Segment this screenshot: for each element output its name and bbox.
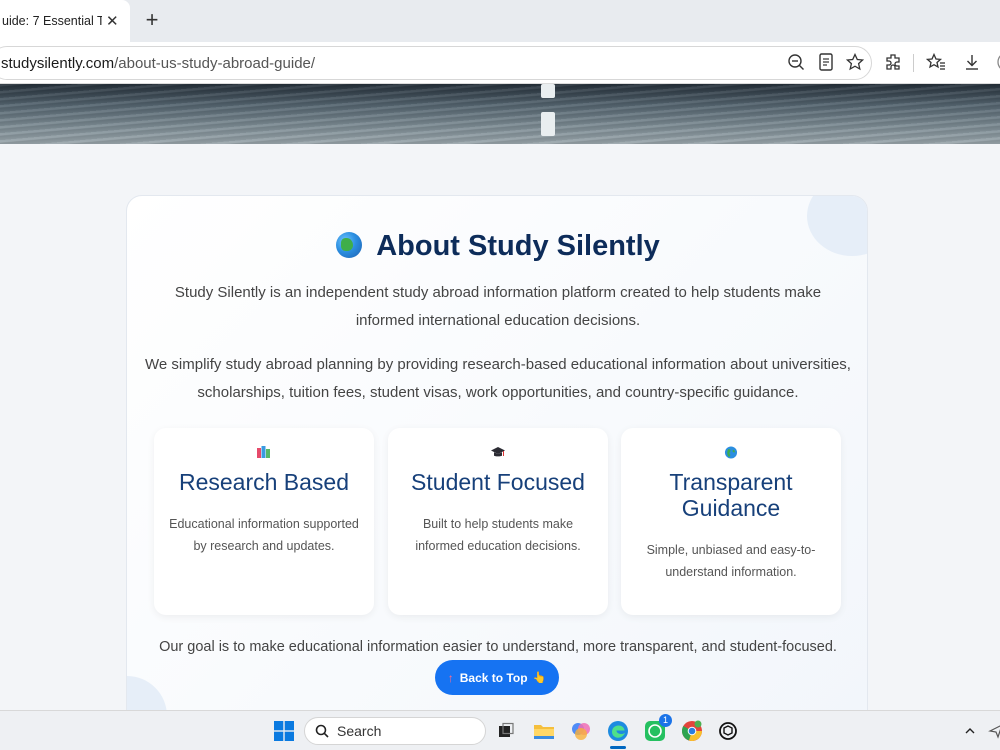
profile-icon[interactable]	[990, 50, 1000, 74]
address-bar-row: studysilently.com/about-us-study-abroad-…	[0, 42, 1000, 84]
feature-description: Educational information supported by res…	[169, 517, 359, 553]
address-bar[interactable]: studysilently.com/about-us-study-abroad-…	[0, 46, 872, 80]
arrow-up-icon: ↑	[447, 670, 454, 685]
mission-paragraph: We simplify study abroad planning by pro…	[145, 356, 851, 401]
feature-card-transparent: Transparent Guidance Simple, unbiased an…	[621, 428, 841, 615]
feature-card-research: Research Based Educational information s…	[154, 428, 374, 615]
tab-strip: uide: 7 Essential Ti ✕ +	[0, 0, 1000, 42]
url-domain: studysilently.com	[1, 55, 115, 72]
copilot-icon[interactable]	[569, 719, 593, 743]
url-path: /about-us-study-abroad-guide/	[114, 55, 316, 72]
edge-browser-icon[interactable]	[606, 719, 630, 743]
intro-paragraph: Study Silently is an independent study a…	[174, 284, 822, 329]
windows-taskbar: Search 1	[0, 710, 1000, 750]
windows-start-icon[interactable]	[272, 719, 296, 743]
notification-badge: 1	[659, 714, 672, 727]
feature-title: Transparent Guidance	[669, 469, 793, 521]
feature-title: Research Based	[178, 469, 350, 495]
extensions-icon[interactable]	[881, 50, 905, 74]
page-title: About Study Silently	[127, 230, 867, 263]
close-tab-icon[interactable]: ✕	[106, 12, 119, 30]
globe-icon	[336, 232, 363, 258]
tab-title: uide: 7 Essential Ti	[2, 14, 102, 28]
about-card: About Study Silently Study Silently is a…	[126, 195, 868, 735]
reader-mode-icon[interactable]	[814, 50, 838, 74]
taskbar-search[interactable]: Search	[304, 717, 486, 745]
chatgpt-icon[interactable]	[716, 719, 740, 743]
url-text: studysilently.com/about-us-study-abroad-…	[1, 55, 315, 72]
road-marking	[541, 112, 555, 136]
graduation-cap-icon	[491, 447, 505, 457]
new-tab-button[interactable]: +	[140, 8, 164, 32]
feature-card-student: Student Focused Built to help students m…	[388, 428, 608, 615]
search-placeholder: Search	[337, 723, 382, 739]
pointing-hand-icon: 👆	[532, 672, 547, 684]
toolbar-divider	[913, 54, 914, 72]
favorite-star-icon[interactable]	[843, 50, 867, 74]
active-app-indicator	[610, 746, 626, 749]
page-title-text: About Study Silently	[376, 230, 660, 262]
zoom-out-icon[interactable]	[784, 50, 808, 74]
road-marking	[541, 84, 555, 98]
back-to-top-button[interactable]: ↑ Back to Top 👆	[435, 660, 559, 695]
feature-title: Student Focused	[411, 469, 585, 495]
goal-statement: Our goal is to make educational informat…	[159, 639, 837, 655]
task-view-icon[interactable]	[494, 719, 518, 743]
favorites-icon[interactable]	[924, 50, 948, 74]
search-icon	[315, 724, 329, 738]
download-icon[interactable]	[960, 50, 984, 74]
feature-description: Built to help students make informed edu…	[415, 517, 581, 553]
network-icon[interactable]	[984, 719, 1000, 743]
whatsapp-icon[interactable]: 1	[643, 714, 672, 743]
chrome-icon[interactable]	[680, 719, 704, 743]
chevron-up-icon[interactable]	[958, 719, 982, 743]
books-icon	[257, 446, 270, 458]
globe-icon	[724, 446, 738, 459]
feature-description: Simple, unbiased and easy-to-understand …	[646, 543, 816, 579]
back-to-top-label: Back to Top	[459, 670, 528, 685]
browser-tab[interactable]: uide: 7 Essential Ti ✕	[0, 0, 130, 42]
file-explorer-icon[interactable]	[532, 719, 556, 743]
hero-image	[0, 84, 1000, 144]
